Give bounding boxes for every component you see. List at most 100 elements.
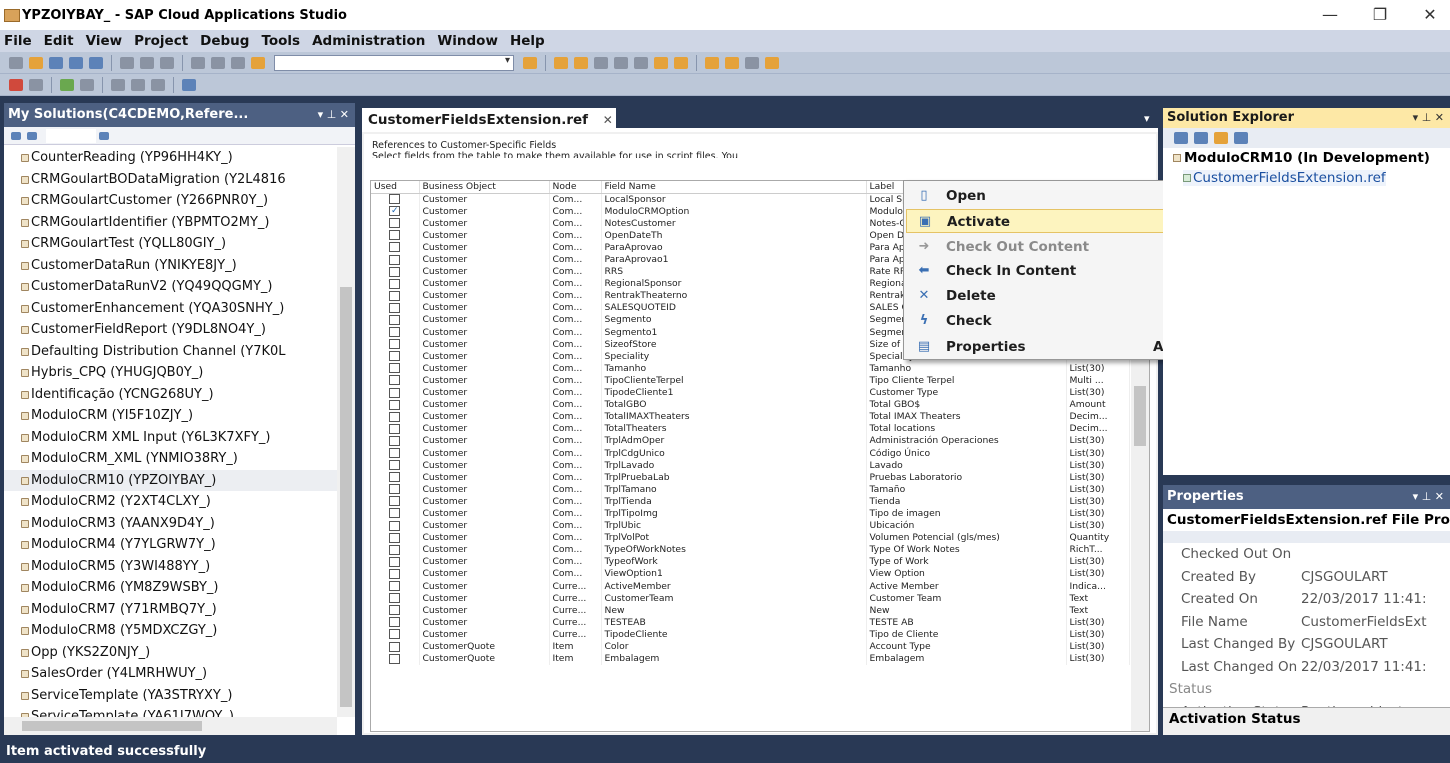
find-icon[interactable] xyxy=(251,56,265,69)
solution-list-item[interactable]: CRMGoulartIdentifier (YBPMTO2MY_) xyxy=(4,212,337,234)
solution-list-item[interactable]: Defaulting Distribution Channel (Y7K0L xyxy=(4,341,337,363)
used-checkbox[interactable] xyxy=(389,194,401,205)
table-row[interactable]: Customer Com... TrplLavado Lavado List(30) xyxy=(371,459,1130,472)
table-row[interactable]: Customer Curre... ActiveMember Active Membe… xyxy=(371,580,1130,593)
tool-icon[interactable] xyxy=(574,56,588,69)
used-checkbox[interactable] xyxy=(389,375,401,386)
save-all-icon[interactable] xyxy=(89,56,103,69)
used-checkbox[interactable] xyxy=(389,278,401,289)
filter-icon[interactable] xyxy=(11,131,21,140)
table-row[interactable]: Customer Com... TrplTamano Tamaño List(30) xyxy=(371,483,1130,496)
comment-icon[interactable] xyxy=(131,78,145,91)
table-row[interactable]: CustomerQuote Item Embalagem Embalagem List(… xyxy=(371,652,1130,665)
solution-list-item[interactable]: ModuloCRM2 (Y2XT4CLXY_) xyxy=(4,491,337,513)
tool-icon[interactable] xyxy=(634,56,648,69)
column-header[interactable]: Business Object xyxy=(419,181,550,194)
solution-list-item[interactable]: ModuloCRM7 (Y71RMBQ7Y_) xyxy=(4,599,337,621)
panel-controls[interactable]: ▾ ⊥ ✕ xyxy=(1413,108,1444,128)
table-row[interactable]: Customer Com... ViewOption1 View Option List… xyxy=(371,567,1130,580)
undo-icon[interactable] xyxy=(191,56,205,69)
refresh-icon[interactable] xyxy=(1194,132,1208,144)
solution-list-item[interactable]: CRMGoulartBODataMigration (Y2L4816 xyxy=(4,169,337,191)
used-checkbox[interactable] xyxy=(389,653,401,664)
property-category-status[interactable]: Status xyxy=(1163,678,1450,701)
search-icon[interactable] xyxy=(1234,132,1248,144)
table-row[interactable]: Customer Com... TrplVolPot Volumen Potencia… xyxy=(371,531,1130,544)
menu-file[interactable]: File xyxy=(4,33,32,49)
solution-list-item[interactable]: ModuloCRM8 (Y5MDXCZGY_) xyxy=(4,620,337,642)
solution-list-item[interactable]: ServiceTemplate (YA61I7WOY_) xyxy=(4,706,337,717)
used-checkbox[interactable] xyxy=(389,641,401,652)
solution-list-item[interactable]: SalesOrder (Y4LMRHWUY_) xyxy=(4,663,337,685)
solution-list-item[interactable]: ModuloCRM (YI5F10ZJY_) xyxy=(4,405,337,427)
step-icon[interactable] xyxy=(111,78,125,91)
window-layout-icon[interactable] xyxy=(182,78,196,91)
used-checkbox[interactable] xyxy=(389,532,401,543)
close-button[interactable]: ✕ xyxy=(1410,4,1450,26)
used-checkbox[interactable] xyxy=(389,472,401,483)
solution-list-item[interactable]: Identificação (YCNG268UY_) xyxy=(4,384,337,406)
solution-list-item[interactable]: ModuloCRM XML Input (Y6L3K7XFY_) xyxy=(4,427,337,449)
used-checkbox[interactable] xyxy=(389,327,401,338)
solution-list-item[interactable]: Opp (YKS2Z0NJY_) xyxy=(4,642,337,664)
used-checkbox[interactable] xyxy=(389,435,401,446)
solution-list-item[interactable]: ModuloCRM4 (Y7YLGRW7Y_) xyxy=(4,534,337,556)
used-checkbox[interactable] xyxy=(389,556,401,567)
menu-tools[interactable]: Tools xyxy=(261,33,300,49)
solution-list-item[interactable]: CustomerDataRunV2 (YQ49QQGMY_) xyxy=(4,276,337,298)
menu-window[interactable]: Window xyxy=(437,33,498,49)
show-all-icon[interactable] xyxy=(1214,132,1228,144)
vertical-scrollbar[interactable] xyxy=(337,147,355,717)
horizontal-scrollbar[interactable] xyxy=(4,717,337,735)
table-row[interactable]: Customer Com... TrplUbic Ubicación List(30) xyxy=(371,519,1130,532)
maximize-button[interactable]: ❐ xyxy=(1360,4,1400,26)
used-checkbox[interactable] xyxy=(389,448,401,459)
property-row[interactable]: Checked Out On xyxy=(1163,543,1450,566)
used-checkbox[interactable]: ✓ xyxy=(389,206,401,217)
panel-controls[interactable]: ▾ ⊥ ✕ xyxy=(318,103,349,127)
menu-project[interactable]: Project xyxy=(134,33,188,49)
find-combo-box[interactable] xyxy=(274,54,514,71)
save-icon[interactable] xyxy=(69,56,83,69)
used-checkbox[interactable] xyxy=(389,593,401,604)
tool-icon[interactable] xyxy=(705,56,719,69)
table-row[interactable]: Customer Com... TrplAdmOper Administración … xyxy=(371,434,1130,447)
solution-icon[interactable] xyxy=(523,56,537,69)
used-checkbox[interactable] xyxy=(389,460,401,471)
solution-file-node[interactable]: CustomerFieldsExtension.ref xyxy=(1183,170,1386,186)
scrollbar-thumb[interactable] xyxy=(22,721,202,731)
used-checkbox[interactable] xyxy=(389,363,401,374)
tool-icon[interactable] xyxy=(614,56,628,69)
table-row[interactable]: Customer Com... TrplPruebaLab Pruebas Labor… xyxy=(371,471,1130,484)
used-checkbox[interactable] xyxy=(389,520,401,531)
tab-menu-button[interactable]: ▾ xyxy=(1144,112,1150,125)
uncomment-icon[interactable] xyxy=(151,78,165,91)
used-checkbox[interactable] xyxy=(389,290,401,301)
menu-debug[interactable]: Debug xyxy=(200,33,249,49)
used-checkbox[interactable] xyxy=(389,484,401,495)
table-row[interactable]: CustomerQuote Item Color Account Type List(3… xyxy=(371,640,1130,653)
used-checkbox[interactable] xyxy=(389,218,401,229)
used-checkbox[interactable] xyxy=(389,266,401,277)
used-checkbox[interactable] xyxy=(389,230,401,241)
copy-clipboard-icon[interactable] xyxy=(140,56,154,69)
tool-icon[interactable] xyxy=(554,56,568,69)
solution-list-item[interactable]: ServiceTemplate (YA3STRYXY_) xyxy=(4,685,337,707)
tool-icon[interactable] xyxy=(725,56,739,69)
table-row[interactable]: Customer Curre... New New Text xyxy=(371,604,1130,617)
tab-close-icon[interactable]: ✕ xyxy=(603,113,613,127)
solution-list-item[interactable]: ModuloCRM_XML (YNMIO38RY_) xyxy=(4,448,337,470)
properties-icon[interactable] xyxy=(1174,132,1188,144)
copy-icon[interactable] xyxy=(49,56,63,69)
solution-list-item[interactable]: CRMGoulartCustomer (Y266PNR0Y_) xyxy=(4,190,337,212)
run-icon[interactable] xyxy=(60,78,74,91)
table-row[interactable]: Customer Com... Tamanho Tamanho List(30) xyxy=(371,362,1130,375)
used-checkbox[interactable] xyxy=(389,302,401,313)
used-checkbox[interactable] xyxy=(389,242,401,253)
cut-icon[interactable] xyxy=(120,56,134,69)
used-checkbox[interactable] xyxy=(389,568,401,579)
table-row[interactable]: Customer Com... TotalGBO Total GBO$ Amount xyxy=(371,398,1130,411)
open-folder-icon[interactable] xyxy=(29,56,43,69)
solution-list-item[interactable]: CustomerEnhancement (YQA30SNHY_) xyxy=(4,298,337,320)
pause-icon[interactable] xyxy=(80,78,94,91)
